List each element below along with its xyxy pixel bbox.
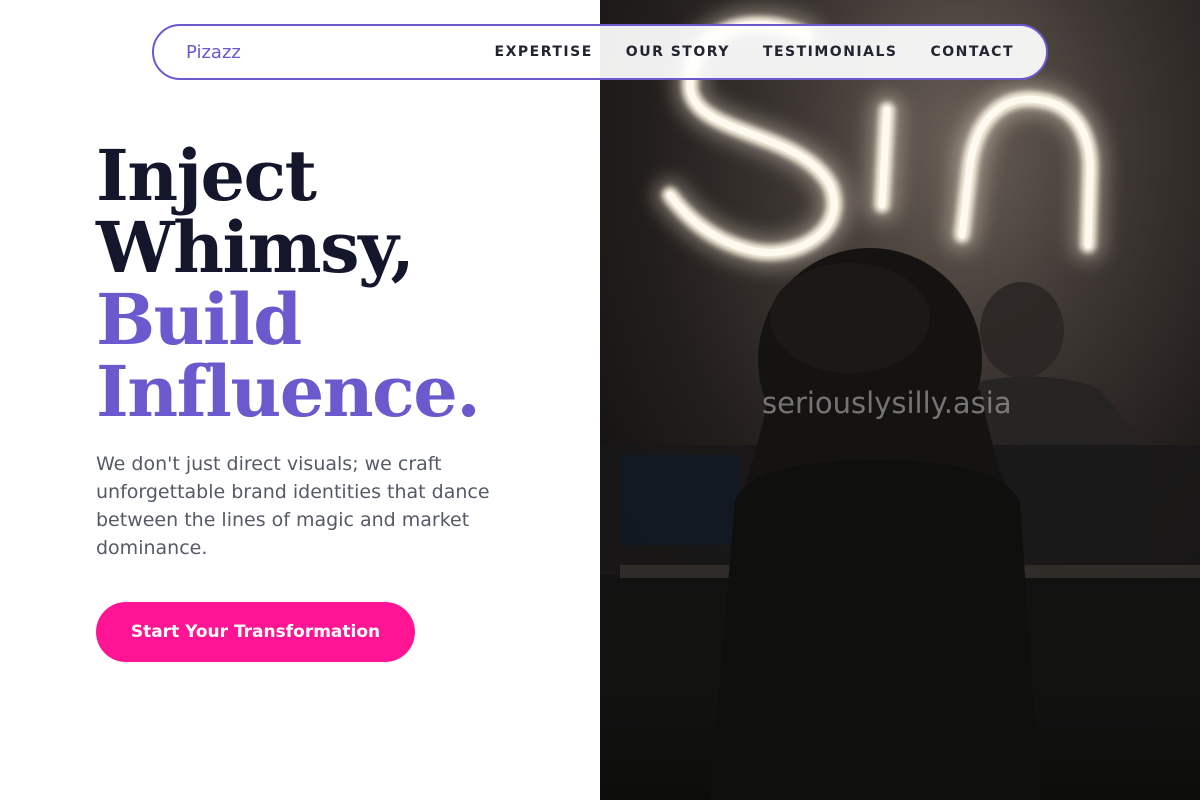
headline-line-1: Inject bbox=[96, 134, 317, 217]
headline-line-2: Whimsy, bbox=[96, 206, 415, 289]
hero-headline: Inject Whimsy, Build Influence. bbox=[96, 134, 481, 433]
hero-photo: seriouslysilly.asia bbox=[600, 0, 1200, 800]
headline-line-3: Build bbox=[96, 278, 302, 361]
nav-links: EXPERTISE OUR STORY TESTIMONIALS CONTACT bbox=[495, 44, 1014, 60]
brand-logo[interactable]: Pizazz bbox=[186, 42, 241, 63]
nav-link-contact[interactable]: CONTACT bbox=[930, 44, 1014, 60]
nav-link-testimonials[interactable]: TESTIMONIALS bbox=[763, 44, 898, 60]
nav-link-our-story[interactable]: OUR STORY bbox=[626, 44, 730, 60]
hero-subtext: We don't just direct visuals; we craft u… bbox=[96, 453, 490, 559]
start-transformation-button[interactable]: Start Your Transformation bbox=[96, 602, 415, 662]
watermark-text: seriouslysilly.asia bbox=[762, 386, 1012, 420]
hero-panel: Inject Whimsy, Build Influence. We don't… bbox=[0, 0, 600, 800]
top-navbar: Pizazz EXPERTISE OUR STORY TESTIMONIALS … bbox=[152, 24, 1048, 80]
nav-link-expertise[interactable]: EXPERTISE bbox=[495, 44, 593, 60]
headline-line-4: Influence. bbox=[96, 350, 481, 433]
